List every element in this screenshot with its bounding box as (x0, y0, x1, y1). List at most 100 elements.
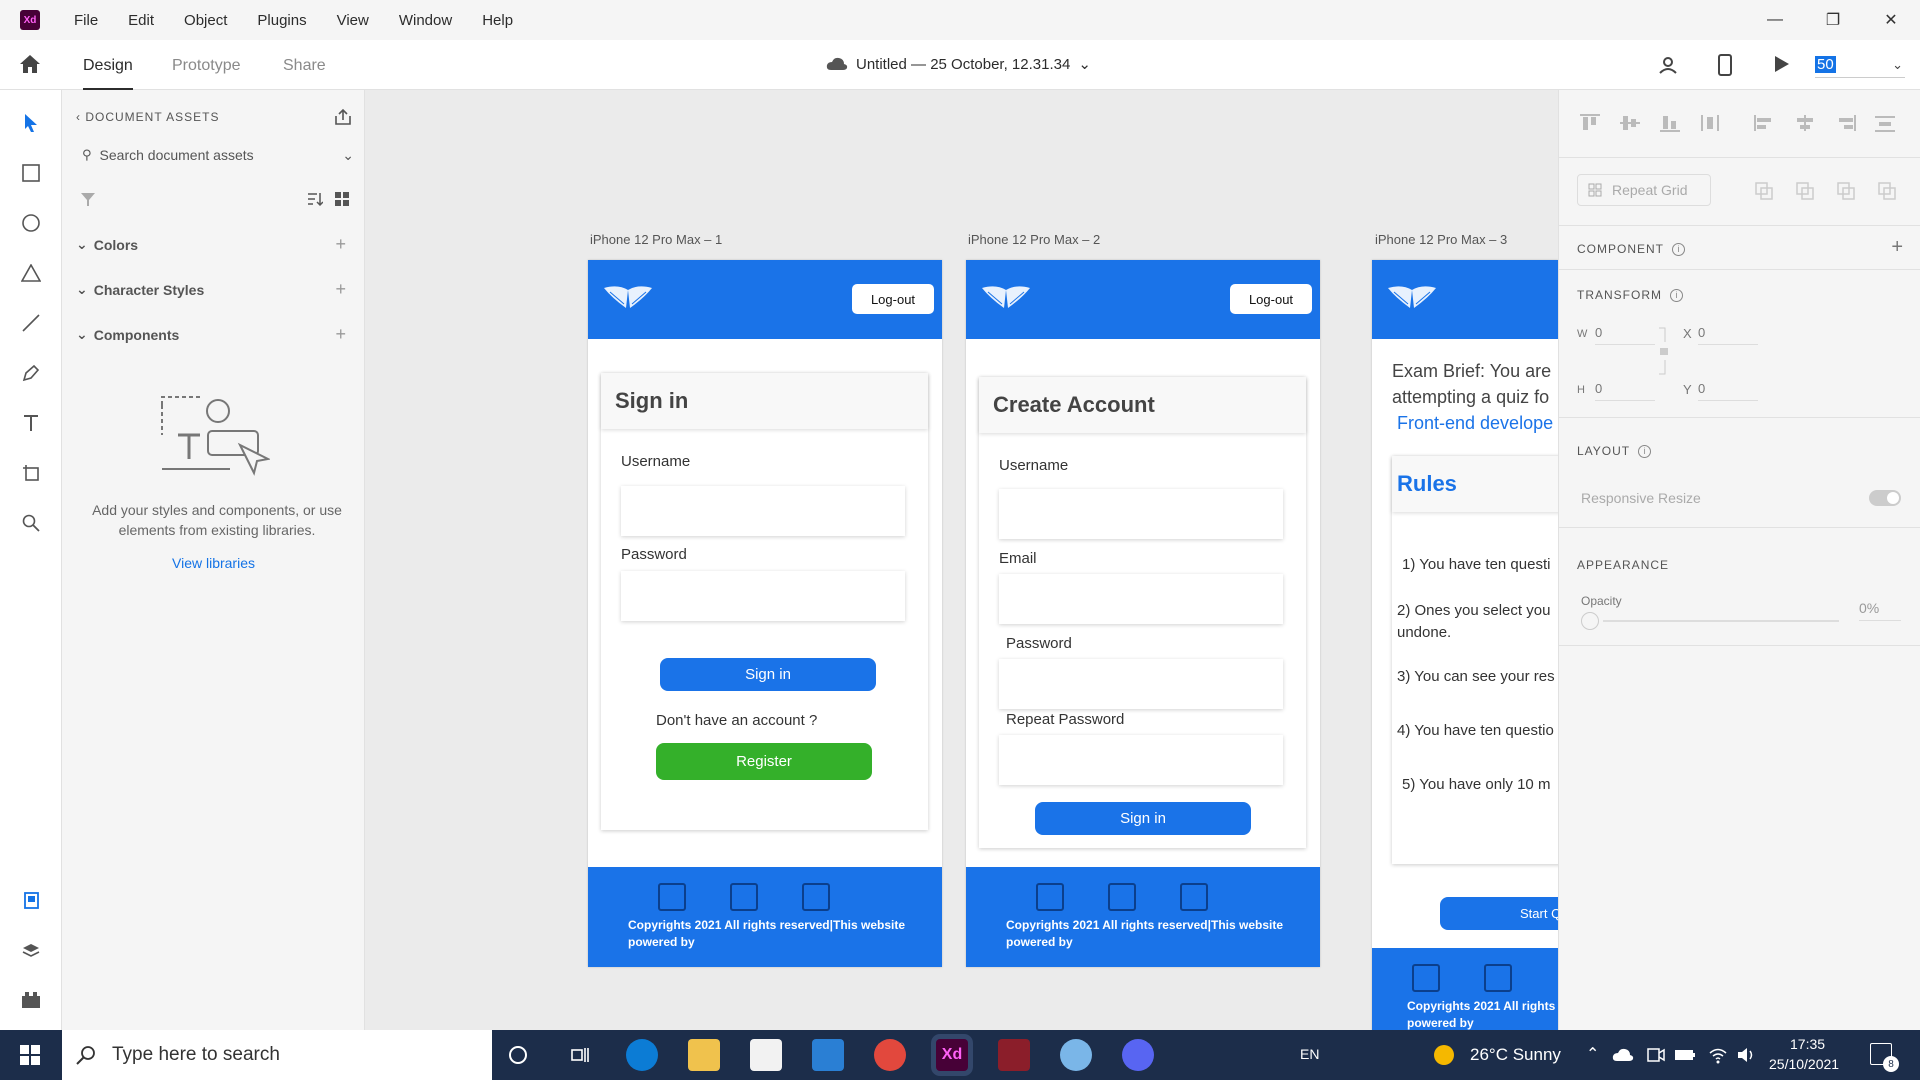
x-input[interactable]: 0 (1698, 325, 1758, 345)
info-icon[interactable]: i (1638, 444, 1652, 458)
restore-button[interactable]: ❐ (1804, 0, 1862, 40)
add-character-style-icon[interactable]: + (335, 279, 346, 300)
github-icon[interactable] (1108, 883, 1136, 911)
repeat-password-input[interactable] (999, 735, 1283, 785)
chrome-icon[interactable] (874, 1039, 906, 1071)
chevron-up-icon[interactable]: ⌃ (1586, 1044, 1599, 1064)
close-button[interactable]: ✕ (1862, 0, 1920, 40)
ellipse-tool-icon[interactable] (18, 210, 44, 236)
sign-in-button[interactable]: Sign in (1035, 802, 1251, 835)
edge-icon[interactable] (626, 1039, 658, 1071)
align-bottom-icon[interactable] (1659, 114, 1681, 132)
boolean-subtract-icon[interactable] (1796, 182, 1814, 200)
align-top-icon[interactable] (1579, 114, 1601, 132)
plugins-icon[interactable] (18, 987, 44, 1013)
task-view-icon[interactable] (570, 1045, 590, 1065)
chevron-left-icon[interactable]: ‹ (76, 110, 85, 124)
email-input[interactable] (999, 574, 1283, 624)
height-input[interactable]: 0 (1595, 381, 1655, 401)
opacity-slider-track[interactable] (1603, 620, 1839, 622)
artboard-label[interactable]: iPhone 12 Pro Max – 2 (968, 232, 1100, 247)
logout-button[interactable]: Log-out (852, 284, 934, 314)
grid-view-icon[interactable] (334, 191, 350, 207)
mail-icon[interactable] (812, 1039, 844, 1071)
twitter-icon[interactable] (1180, 883, 1208, 911)
add-component-icon[interactable]: + (1891, 236, 1903, 259)
align-right-icon[interactable] (1834, 114, 1856, 132)
tab-design[interactable]: Design (83, 57, 133, 90)
design-canvas[interactable]: iPhone 12 Pro Max – 1 Log-out Sign in Us… (365, 90, 1558, 1030)
clock-time[interactable]: 17:35 (1790, 1036, 1825, 1052)
username-input[interactable] (621, 486, 905, 536)
password-input[interactable] (999, 659, 1283, 709)
adobe-xd-icon[interactable]: Xd (936, 1039, 968, 1071)
share-user-icon[interactable] (1657, 54, 1679, 76)
artboard-exam-brief[interactable]: Exam Brief: You are attempting a quiz fo… (1372, 260, 1558, 1030)
weather-sun-icon[interactable] (1434, 1045, 1454, 1065)
add-component-icon[interactable]: + (335, 324, 346, 345)
polygon-tool-icon[interactable] (18, 260, 44, 286)
filter-icon[interactable] (80, 191, 96, 207)
minimize-button[interactable]: — (1746, 0, 1804, 40)
home-icon[interactable] (18, 53, 42, 80)
meet-now-icon[interactable] (1647, 1046, 1665, 1064)
artboard-sign-in[interactable]: Log-out Sign in Username Password Sign i… (588, 260, 942, 967)
select-tool-icon[interactable] (18, 110, 44, 136)
onedrive-icon[interactable] (1612, 1048, 1634, 1062)
section-colors[interactable]: ⌄ Colors + (76, 234, 356, 255)
align-center-icon[interactable] (1794, 114, 1816, 132)
artboard-create-account[interactable]: Log-out Create Account Username Email Pa… (966, 260, 1320, 967)
add-color-icon[interactable]: + (335, 234, 346, 255)
winrar-icon[interactable] (998, 1039, 1030, 1071)
pen-tool-icon[interactable] (18, 360, 44, 386)
artboard-tool-icon[interactable] (18, 460, 44, 486)
width-input[interactable]: 0 (1595, 325, 1655, 345)
linkedin-icon[interactable] (1412, 964, 1440, 992)
linkedin-icon[interactable] (658, 883, 686, 911)
document-title[interactable]: Untitled — 25 October, 12.31.34 ⌄ (826, 55, 1091, 73)
file-explorer-icon[interactable] (688, 1039, 720, 1071)
boolean-add-icon[interactable] (1755, 182, 1773, 200)
artboard-label[interactable]: iPhone 12 Pro Max – 3 (1375, 232, 1507, 247)
distribute-horizontal-icon[interactable] (1874, 114, 1896, 132)
menu-plugins[interactable]: Plugins (257, 12, 306, 29)
info-icon[interactable]: i (1672, 242, 1685, 256)
assets-header[interactable]: ‹ DOCUMENT ASSETS (76, 110, 219, 124)
artboard-label[interactable]: iPhone 12 Pro Max – 1 (590, 232, 722, 247)
menu-object[interactable]: Object (184, 12, 227, 29)
section-character-styles[interactable]: ⌄ Character Styles + (76, 279, 356, 300)
menu-file[interactable]: File (74, 12, 98, 29)
language-indicator[interactable]: EN (1300, 1046, 1319, 1062)
sort-icon[interactable] (307, 191, 323, 207)
assets-search-input[interactable]: ⚲ Search document assets ⌄ (82, 143, 354, 167)
clock-date[interactable]: 25/10/2021 (1769, 1056, 1839, 1072)
responsive-resize-toggle[interactable] (1869, 490, 1901, 506)
rectangle-tool-icon[interactable] (18, 160, 44, 186)
store-icon[interactable] (750, 1039, 782, 1071)
text-tool-icon[interactable] (18, 410, 44, 436)
menu-window[interactable]: Window (399, 12, 452, 29)
chevron-down-icon[interactable]: ⌄ (342, 147, 354, 164)
menu-view[interactable]: View (337, 12, 369, 29)
zoom-level-input[interactable]: 50 ⌄ (1815, 52, 1905, 78)
lock-aspect-icon[interactable] (1657, 326, 1669, 376)
boolean-intersect-icon[interactable] (1837, 182, 1855, 200)
info-icon[interactable]: i (1670, 288, 1683, 302)
align-middle-icon[interactable] (1619, 114, 1641, 132)
action-center-icon[interactable]: 8 (1870, 1043, 1899, 1072)
opacity-input[interactable]: 0% (1859, 600, 1901, 621)
logout-button[interactable]: Log-out (1230, 284, 1312, 314)
view-libraries-link[interactable]: View libraries (62, 555, 365, 571)
wifi-icon[interactable] (1708, 1046, 1728, 1064)
zoom-tool-icon[interactable] (18, 510, 44, 536)
play-icon[interactable] (1774, 55, 1790, 73)
linkedin-icon[interactable] (1036, 883, 1064, 911)
windows-start-icon[interactable] (20, 1045, 40, 1065)
username-input[interactable] (999, 489, 1283, 539)
distribute-vertical-icon[interactable] (1699, 114, 1721, 132)
export-icon[interactable] (334, 108, 352, 126)
boolean-exclude-icon[interactable] (1878, 182, 1896, 200)
opacity-slider-handle[interactable] (1581, 612, 1599, 630)
taskbar-search-input[interactable]: Type here to search (62, 1030, 492, 1080)
discord-icon[interactable] (1122, 1039, 1154, 1071)
